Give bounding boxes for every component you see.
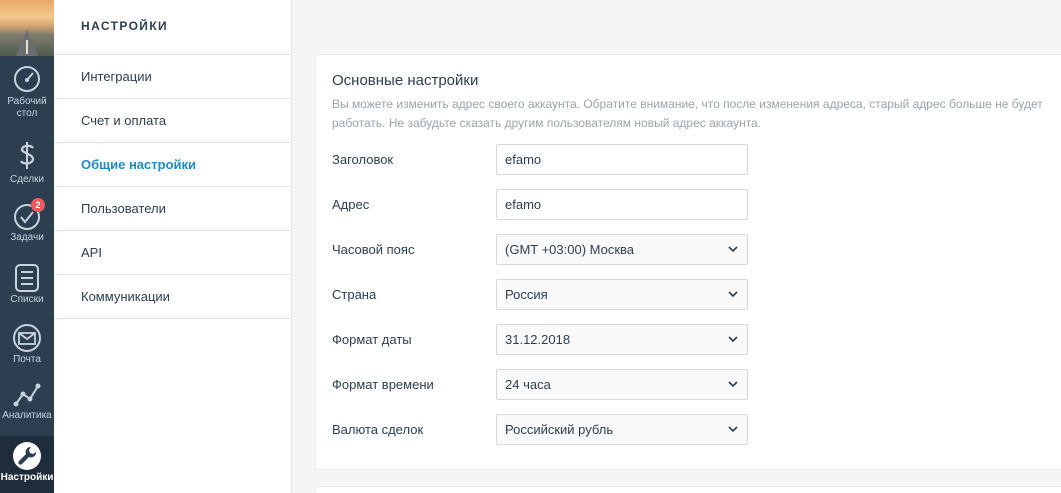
form-row-title: Заголовок efamo [332,144,752,176]
timezone-select[interactable]: (GMT +03:00) Москва [496,234,748,265]
general-settings-card: Основные настройки Вы можете изменить ад… [315,54,1061,470]
menu-item-general-settings[interactable]: Общие настройки [54,143,291,187]
sidebar-item-deals[interactable]: Сделки [0,138,54,190]
form-row-currency: Валюта сделок Российский рубль [332,414,752,446]
section-title: Основные настройки [332,72,479,89]
next-settings-card [315,486,1061,493]
menu-item-billing[interactable]: Счет и оплата [54,99,291,143]
chevron-down-icon [728,291,738,298]
sidebar-item-lists[interactable]: Списки [0,262,54,312]
list-icon [15,264,39,292]
chevron-down-icon [728,426,738,433]
select-value: Россия [505,287,548,302]
dollar-icon [20,142,35,169]
wrench-icon [13,442,41,470]
title-input[interactable]: efamo [496,144,748,175]
address-input[interactable]: efamo [496,189,748,220]
chevron-down-icon [728,336,738,343]
form-row-country: Страна Россия [332,279,752,311]
sidebar-item-label: Почта [13,354,41,365]
form-row-date-format: Формат даты 31.12.2018 [332,324,752,356]
chevron-down-icon [728,246,738,253]
field-label: Часовой пояс [332,242,415,257]
sidebar-item-label: Аналитика [2,410,52,421]
select-value: 24 часа [505,377,551,392]
field-label: Страна [332,287,377,302]
form-row-time-format: Формат времени 24 часа [332,369,752,401]
select-value: (GMT +03:00) Москва [505,242,635,257]
sidebar-item-label: Списки [10,294,44,305]
sidebar-item-label: Настройки [0,472,54,483]
sidebar-item-tasks[interactable]: 2 Задачи [0,198,54,252]
sidebar-item-label: Рабочий стол [7,96,47,119]
menu-item-integrations[interactable]: Интеграции [54,55,291,99]
form-row-address: Адрес efamo [332,189,752,221]
tasks-badge: 2 [31,198,45,212]
field-label: Формат даты [332,332,412,347]
mail-icon [13,324,41,352]
app-sidebar: Рабочий стол Сделки 2 Задачи Списки Почт… [0,0,54,493]
sidebar-item-dashboard[interactable]: Рабочий стол [0,64,54,126]
form-row-timezone: Часовой пояс (GMT +03:00) Москва [332,234,752,266]
sidebar-item-analytics[interactable]: Аналитика [0,380,54,430]
sidebar-item-label: Сделки [9,174,45,185]
field-label: Адрес [332,197,370,212]
date-format-select[interactable]: 31.12.2018 [496,324,748,355]
country-select[interactable]: Россия [496,279,748,310]
section-description: Вы можете изменить адрес своего аккаунта… [332,97,1043,130]
sidebar-item-label: Задачи [10,232,44,243]
menu-item-communications[interactable]: Коммуникации [54,275,291,319]
menu-item-users[interactable]: Пользователи [54,187,291,231]
currency-select[interactable]: Российский рубль [496,414,748,445]
time-format-select[interactable]: 24 часа [496,369,748,400]
user-avatar[interactable] [0,0,54,56]
settings-menu: НАСТРОЙКИ Интеграции Счет и оплата Общие… [54,0,292,493]
settings-menu-title: НАСТРОЙКИ [54,0,291,55]
field-label: Формат времени [332,377,434,392]
dashboard-icon [14,66,40,92]
field-label: Заголовок [332,152,394,167]
select-value: Российский рубль [505,422,614,437]
menu-item-api[interactable]: API [54,231,291,275]
chevron-down-icon [728,381,738,388]
avatar-road-line [26,40,28,54]
sidebar-item-mail[interactable]: Почта [0,322,54,370]
analytics-icon [13,383,41,407]
field-label: Валюта сделок [332,422,424,437]
sidebar-item-settings[interactable]: Настройки [0,436,54,493]
select-value: 31.12.2018 [505,332,571,347]
